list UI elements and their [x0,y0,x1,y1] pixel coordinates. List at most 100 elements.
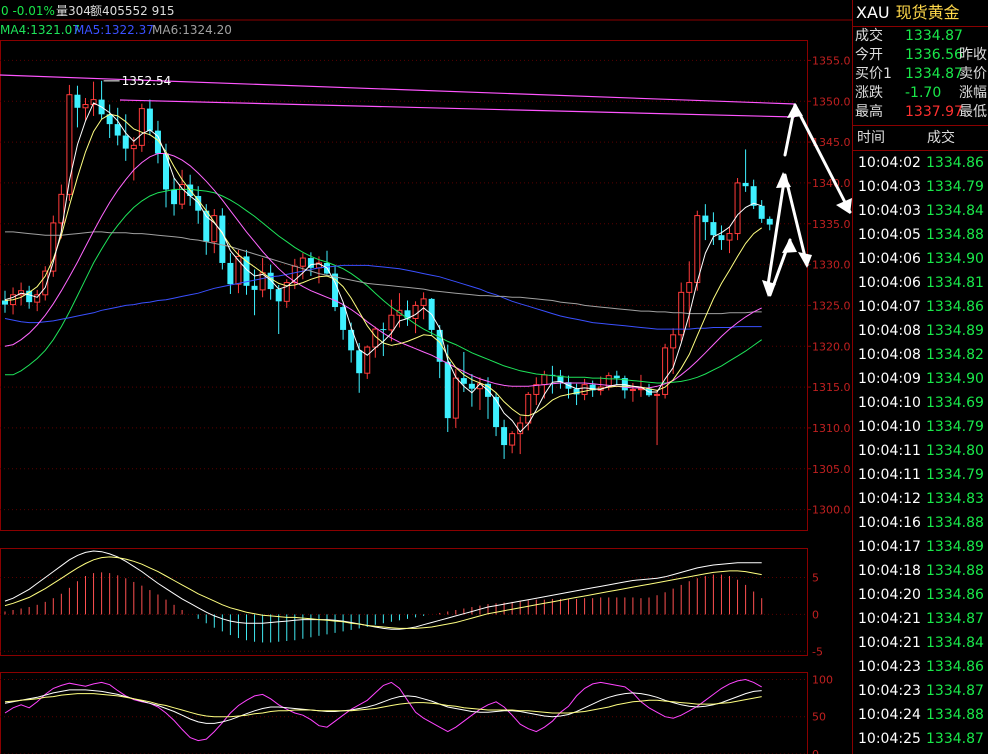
symbol-code: XAU [856,3,890,22]
tick-price: 1334.88 [926,707,984,723]
quote-row: 最高 1337.97 最低 [853,103,988,122]
tick-time: 10:04:23 [858,659,921,675]
price-tick-label: 1330.0 [812,259,851,272]
tick-time: 10:04:25 [858,731,921,747]
candle-body [267,272,274,290]
candle-body [275,289,282,302]
candle-56 [444,344,451,432]
tick-row: 10:04:21 1334.87 [853,607,988,631]
quote-value: 1337.97 [905,104,963,120]
tick-time: 10:04:03 [858,179,921,195]
price-tick-label: 1335.0 [812,218,851,231]
candle-36 [283,279,290,308]
candle-body [581,384,588,395]
candle-body [356,350,363,374]
tick-row: 10:04:08 1334.89 [853,319,988,343]
price-tick-label: 1350.0 [812,95,851,108]
candle-2 [10,287,17,315]
tick-time: 10:04:20 [858,587,921,603]
quote-extra-label: 昨收 [959,47,987,63]
tick-row: 10:04:05 1334.88 [853,223,988,247]
candle-body [509,433,516,446]
macd-tick-label: 0 [812,608,819,621]
arrow-head-5 [776,172,791,188]
tick-price: 1334.83 [926,491,984,507]
tick-time: 10:04:12 [858,491,921,507]
candle-body [163,153,169,190]
candle-body [114,124,121,136]
tick-row: 10:04:10 1334.79 [853,415,988,439]
candle-body [380,329,387,331]
quote-rows: 成交 1334.87 今开 1336.56 昨收 买价1 1334.87 卖价 涨跌 -1.70 涨… [853,27,988,122]
panel-frame-2 [0,548,808,656]
change-pct-text: 0 -0.01% [1,4,55,18]
tick-row: 10:04:17 1334.89 [853,535,988,559]
tick-price: 1334.69 [926,395,984,411]
tick-row: 10:04:11 1334.79 [853,463,988,487]
quote-row: 买价1 1334.87 卖价 [853,65,988,84]
tick-row: 10:04:24 1334.88 [853,703,988,727]
candle-body [734,182,741,235]
candle-67 [533,377,540,406]
trendline [0,74,796,105]
tick-time: 10:04:06 [858,251,921,267]
candle-body [686,282,693,293]
candle-body [493,396,500,428]
tick-row: 10:04:02 1334.86 [853,151,988,175]
tick-price: 1334.90 [926,251,984,267]
quote-row: 成交 1334.87 [853,27,988,46]
quote-key: 今开 [855,47,883,63]
tick-price: 1334.87 [926,683,984,699]
candle-body [670,334,677,349]
candle-18 [138,103,145,152]
tick-row: 10:04:10 1334.69 [853,391,988,415]
candle-15 [114,107,121,146]
tick-price: 1334.79 [926,467,984,483]
candle-body [364,346,371,374]
candle-73 [581,378,588,401]
candle-93 [742,149,749,192]
candle-25 [195,186,202,224]
tick-row: 10:04:03 1334.84 [853,199,988,223]
tick-time: 10:04:03 [858,203,921,219]
candle-65 [517,416,524,455]
candle-75 [597,376,604,396]
candle-body [694,215,701,284]
candle-52 [412,301,419,334]
tick-price: 1334.86 [926,299,984,315]
ma-line-2 [4,264,762,330]
candle-body [2,300,8,305]
candle-47 [372,326,379,358]
candle-12 [90,81,97,116]
tick-price: 1334.86 [926,659,984,675]
quote-key: 最高 [855,104,883,120]
candle-body [227,262,234,285]
candle-83 [662,343,669,399]
candle-body [742,182,749,187]
ticks-list[interactable]: 10:04:02 1334.86 10:04:03 1334.79 10:04:03 13… [853,151,988,751]
price-tick-label: 1310.0 [812,422,851,435]
candle-35 [275,285,282,334]
tick-row: 10:04:16 1334.88 [853,511,988,535]
ma-legend-2: MA5:1322.37 [74,23,154,37]
arrow-head-4 [798,252,812,268]
tick-price: 1334.81 [926,275,984,291]
candle-69 [549,365,556,394]
candle-body [766,218,773,225]
quote-extra-label: 涨幅 [959,85,987,101]
tick-time: 10:04:05 [858,227,921,243]
tick-row: 10:04:25 1334.87 [853,727,988,751]
candle-body [138,108,145,146]
candle-body [171,189,178,205]
price-tick-label: 1340.0 [812,177,851,190]
candle-31 [243,249,250,295]
candle-body [758,205,765,219]
candle-body [50,222,57,272]
candle-body [702,215,709,223]
candle-17 [130,137,137,181]
ma-legend-1: MA4:1321.07 [0,23,80,37]
candle-body [613,375,620,379]
tick-row: 10:04:07 1334.86 [853,295,988,319]
candle-55 [436,325,443,379]
candle-64 [509,431,516,454]
